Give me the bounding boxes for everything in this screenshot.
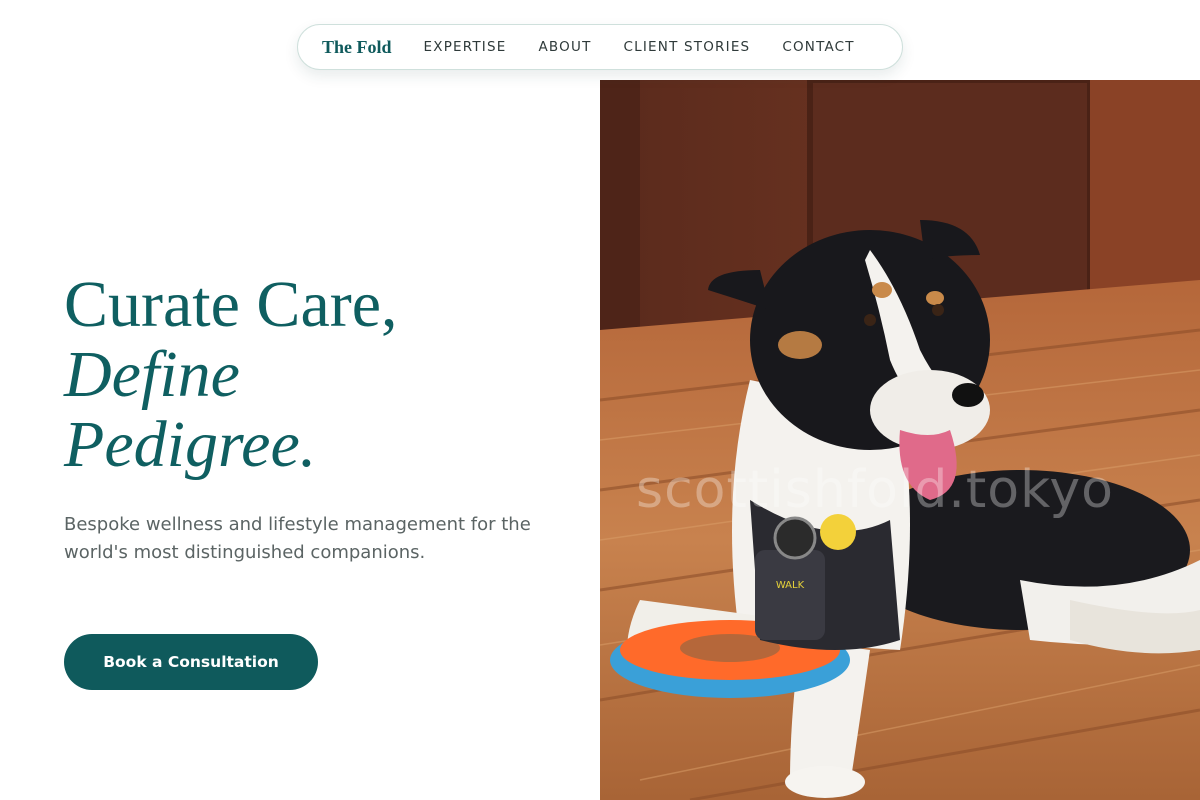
nav-link-expertise[interactable]: EXPERTISE — [424, 39, 507, 55]
nav-link-client-stories[interactable]: CLIENT STORIES — [624, 39, 751, 55]
book-consultation-button[interactable]: Book a Consultation — [64, 634, 318, 690]
nav-link-about[interactable]: ABOUT — [539, 39, 592, 55]
top-navigation: The Fold EXPERTISE ABOUT CLIENT STORIES … — [297, 24, 903, 70]
hero-headline: Curate Care, Define Pedigree. — [64, 270, 564, 480]
headline-line-1: Curate Care, — [64, 268, 398, 341]
brand-logo[interactable]: The Fold — [322, 37, 392, 58]
headline-line-3: Pedigree. — [64, 408, 317, 481]
hero-subtitle: Bespoke wellness and lifestyle managemen… — [64, 514, 531, 563]
svg-text:WALK: WALK — [776, 580, 805, 591]
headline-line-2: Define — [64, 338, 240, 411]
nav-link-contact[interactable]: CONTACT — [782, 39, 854, 55]
hero-dog-photo: WALK scottishfold.tokyo — [600, 80, 1200, 800]
dog-photo-illustration: WALK — [600, 80, 1200, 800]
